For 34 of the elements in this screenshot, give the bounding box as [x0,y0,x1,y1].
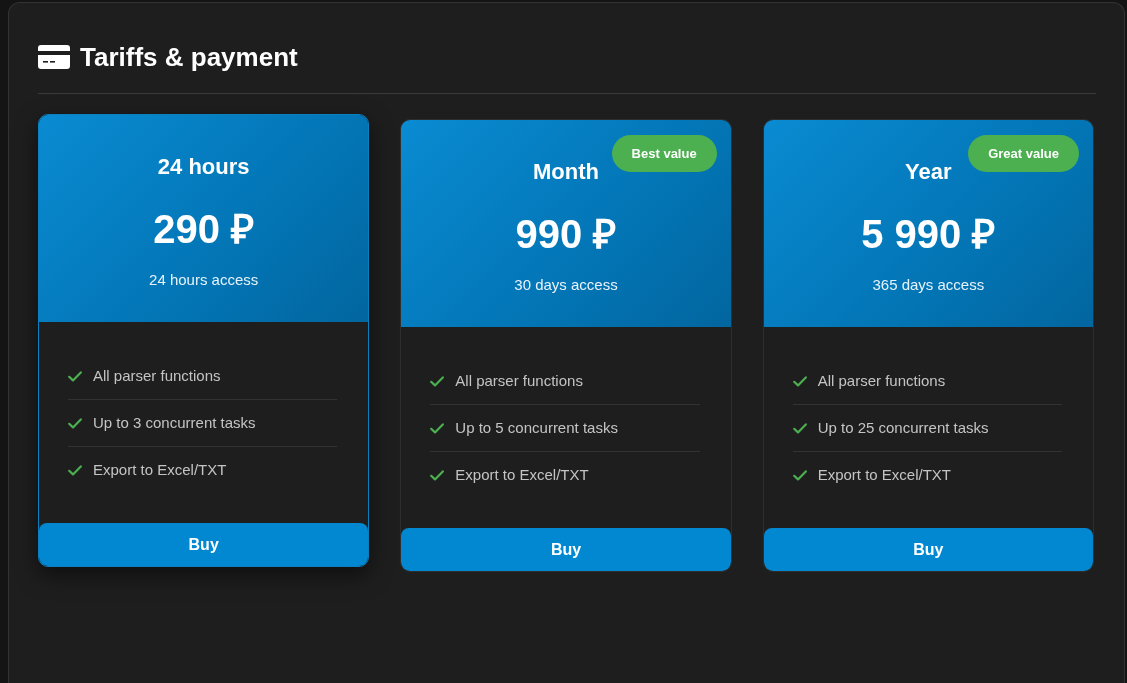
plan-name: Month [532,158,600,186]
check-icon [430,422,445,434]
plan-price: 5 990 ₽ [860,211,997,258]
feature-text: All parser functions [93,366,221,386]
buy-button[interactable]: Buy [401,528,731,571]
buy-button[interactable]: Buy [39,523,369,566]
check-icon [430,469,445,481]
plan-name: Year [904,158,953,186]
feature-text: Export to Excel/TXT [455,465,589,485]
check-icon [68,370,82,382]
credit-card-icon [38,45,70,69]
panel-title: Tariffs & payment [80,41,298,74]
plan-period: 30 days access [513,275,619,295]
feature-text: All parser functions [817,371,946,391]
feature-text: Up to 5 concurrent tasks [455,418,618,438]
plan-period: 365 days access [871,275,986,295]
plan-badge: Best value [611,135,717,172]
plan-price: 990 ₽ [514,211,618,258]
plan-period: 24 hours access [148,270,260,290]
plan-badge: Great value [968,135,1079,172]
check-icon [792,375,807,387]
check-icon [792,469,807,481]
feature-text: Up to 25 concurrent tasks [817,418,989,438]
feature-text: Up to 3 concurrent tasks [93,413,256,433]
check-icon [68,417,82,429]
check-icon [430,375,445,387]
plan-name: 24 hours [156,153,251,181]
feature-text: Export to Excel/TXT [93,460,227,480]
plan-price: 290 ₽ [152,206,256,253]
feature-text: Export to Excel/TXT [817,465,952,485]
buy-button[interactable]: Buy [763,528,1093,571]
feature-text: All parser functions [455,371,583,391]
check-icon [68,464,82,476]
check-icon [792,422,807,434]
